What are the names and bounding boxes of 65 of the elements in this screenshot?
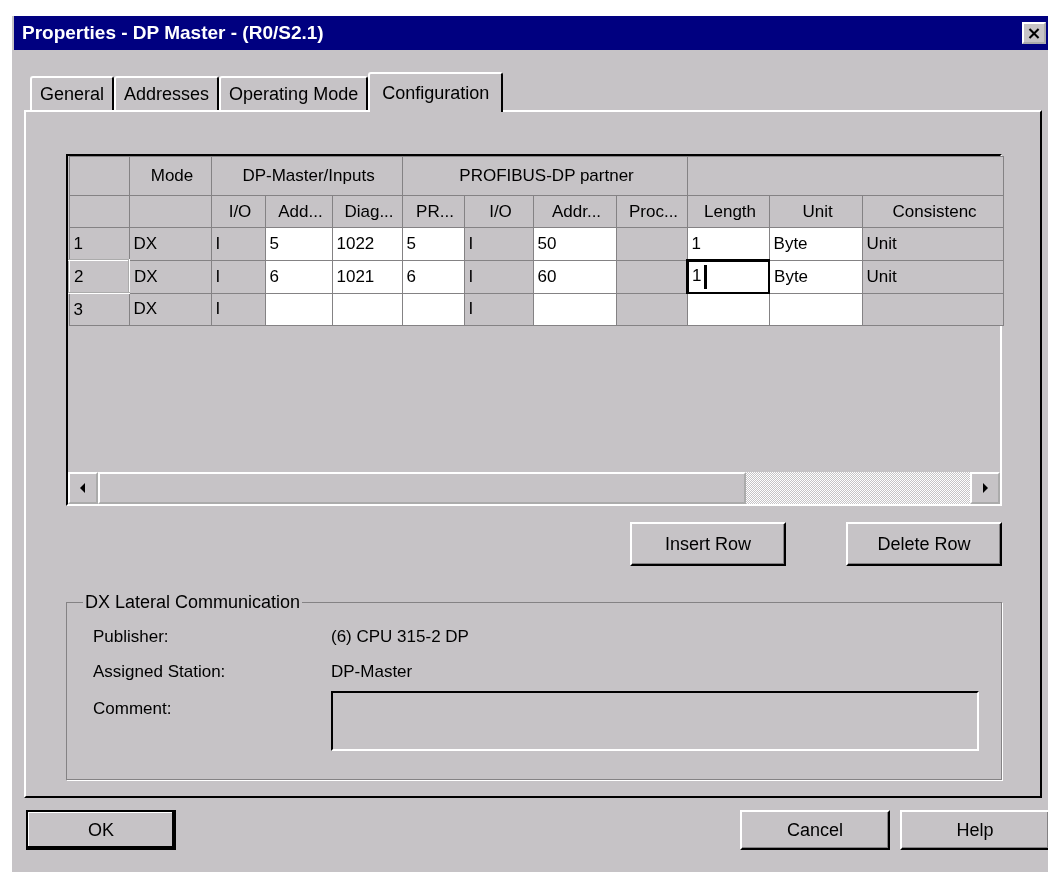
table-cell[interactable] [265, 293, 332, 326]
table-cell[interactable]: 5 [402, 227, 464, 260]
column-header[interactable]: PR... [402, 195, 464, 228]
scroll-right-icon[interactable] [970, 472, 1000, 504]
column-header[interactable]: Consistenc [862, 195, 1004, 228]
table-cell[interactable]: Byte [769, 227, 863, 260]
field-value: DP-Master [331, 661, 413, 682]
group-header: PROFIBUS-DP partner [402, 156, 688, 196]
column-header[interactable]: Addr... [533, 195, 616, 228]
scroll-left-icon[interactable] [68, 472, 98, 504]
column-header[interactable]: I/O [464, 195, 533, 228]
table-cell: DX [129, 260, 211, 293]
tab[interactable]: Configuration [368, 72, 504, 112]
table-cell[interactable]: 1022 [332, 227, 402, 260]
column-header[interactable]: Diag... [332, 195, 402, 228]
table-cell[interactable]: 1 [687, 260, 770, 293]
close-button[interactable]: × [1022, 22, 1046, 44]
tab[interactable]: General [30, 76, 115, 110]
group-title: DX Lateral Communication [84, 592, 302, 613]
table-cell[interactable]: 6 [402, 260, 464, 293]
table-cell[interactable] [687, 293, 770, 326]
tab[interactable]: Addresses [114, 76, 220, 110]
column-header[interactable]: Proc... [616, 195, 688, 228]
row-button[interactable]: Delete Row [846, 522, 1002, 566]
field-label: Publisher: [93, 626, 170, 647]
table-cell[interactable] [332, 293, 402, 326]
table-cell: DX [129, 293, 211, 326]
dialog-button[interactable]: OK [26, 810, 176, 850]
table-cell: Unit [862, 260, 1004, 293]
table-cell: I [211, 293, 265, 326]
group-header: DP-Master/Inputs [211, 156, 402, 196]
column-header[interactable]: Unit [769, 195, 863, 228]
table-cell[interactable]: 1021 [332, 260, 402, 293]
comment-field[interactable] [331, 691, 979, 751]
table-cell[interactable]: 50 [533, 227, 616, 260]
table-cell[interactable] [769, 293, 863, 326]
row-button[interactable]: Insert Row [630, 522, 786, 566]
table-cell: I [211, 227, 265, 260]
window-title: Properties - DP Master - (R0/S2.1) [22, 22, 324, 44]
field-label: Comment: [93, 699, 173, 719]
row-header[interactable]: 3 [69, 293, 129, 326]
table-cell: Unit [862, 227, 1004, 260]
table-cell: I [211, 260, 265, 293]
dialog-button[interactable]: Help [900, 810, 1048, 850]
table-cell: DX [129, 227, 211, 260]
column-header[interactable]: Length [687, 195, 770, 228]
horizontal-scrollbar[interactable] [68, 472, 1000, 504]
column-header[interactable]: Add... [265, 195, 332, 228]
table-cell[interactable] [402, 293, 464, 326]
field-label: Assigned Station: [93, 661, 227, 682]
row-header[interactable]: 2 [69, 260, 129, 293]
table-cell[interactable]: Byte [769, 260, 863, 293]
table-cell: I [464, 227, 533, 260]
scroll-thumb[interactable] [98, 472, 746, 504]
table-cell[interactable]: 6 [265, 260, 332, 293]
table-cell: I [464, 293, 533, 326]
field-value: (6) CPU 315-2 DP [331, 626, 469, 647]
table-cell[interactable]: 5 [265, 227, 332, 260]
column-header[interactable]: I/O [211, 195, 265, 228]
table-cell[interactable] [533, 293, 616, 326]
dialog-button[interactable]: Cancel [740, 810, 890, 850]
tab[interactable]: Operating Mode [219, 76, 369, 110]
group-header: Mode [129, 156, 211, 196]
table-cell[interactable]: 60 [533, 260, 616, 293]
table-cell: I [464, 260, 533, 293]
